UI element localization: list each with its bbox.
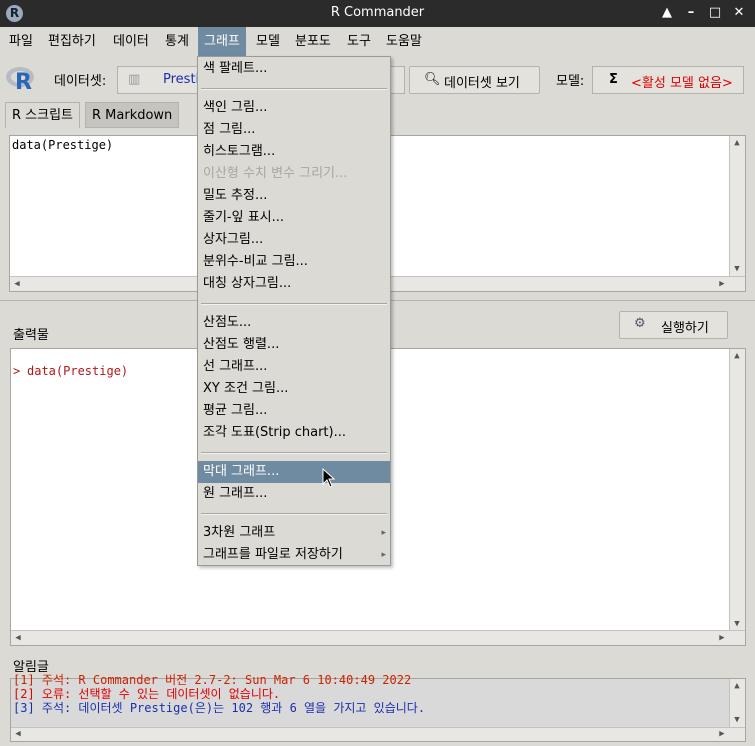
menu-item-color-palette[interactable]: 색 팔레트... bbox=[198, 58, 390, 80]
menu-item-qq-plot[interactable]: 분위수-비교 그림... bbox=[198, 251, 390, 273]
script-vscrollbar[interactable]: ▲ ▼ bbox=[729, 136, 745, 276]
keep-above-button[interactable]: ▲ bbox=[658, 4, 676, 22]
menu-item-boxplot[interactable]: 상자그림... bbox=[198, 229, 390, 251]
menu-data[interactable]: 데이터 bbox=[107, 27, 155, 56]
window-title: R Commander bbox=[330, 5, 425, 20]
menu-item-save-graph[interactable]: 그래프를 파일로 저장하기 ▸ bbox=[198, 544, 390, 566]
tab-r-markdown[interactable]: R Markdown bbox=[85, 102, 180, 128]
menu-item-xy-conditioning[interactable]: XY 조건 그림... bbox=[198, 378, 390, 400]
menu-item-histogram[interactable]: 히스토그램... bbox=[198, 141, 390, 163]
dataset-selector[interactable]: ▥ Presti bbox=[117, 66, 199, 94]
view-dataset-label: 데이터셋 보기 bbox=[444, 76, 520, 91]
view-dataset-button[interactable]: 🔍︎ 데이터셋 보기 bbox=[409, 66, 540, 94]
title-bar: R R Commander ▲ – □ ✕ bbox=[0, 0, 755, 27]
menu-item-stem-leaf[interactable]: 줄기-잎 표시... bbox=[198, 207, 390, 229]
model-selector[interactable]: Σ <활성 모델 없음> bbox=[592, 66, 744, 94]
menu-item-strip-chart[interactable]: 조각 도표(Strip chart)... bbox=[198, 422, 390, 444]
menu-item-pie-chart[interactable]: 원 그래프... bbox=[198, 483, 390, 505]
menu-separator bbox=[201, 452, 387, 454]
dataset-label: 데이터셋: bbox=[54, 74, 107, 89]
output-label: 출력물 bbox=[13, 328, 49, 343]
menu-item-index-plot[interactable]: 색인 그림... bbox=[198, 97, 390, 119]
r-logo-icon: R bbox=[6, 67, 34, 94]
menu-item-save-graph-label: 그래프를 파일로 저장하기 bbox=[203, 547, 343, 562]
tab-r-script[interactable]: R 스크립트 bbox=[5, 102, 81, 128]
model-value: <활성 모델 없음> bbox=[631, 76, 733, 91]
messages-panel[interactable]: [1] 주석: R Commander 버전 2.7-2: Sun Mar 6 … bbox=[10, 673, 746, 742]
menu-help[interactable]: 도움말 bbox=[380, 27, 428, 56]
magnifier-icon: 🔍︎ bbox=[424, 72, 441, 87]
minimize-button[interactable]: – bbox=[682, 4, 700, 22]
graphs-menu: 색 팔레트... 색인 그림... 점 그림... 히스토그램... 이산형 수… bbox=[197, 56, 391, 566]
submenu-arrow-icon: ▸ bbox=[381, 528, 386, 538]
run-button[interactable]: ⚙ 실행하기 bbox=[619, 311, 728, 339]
menu-distributions[interactable]: 분포도 bbox=[289, 27, 337, 56]
messages-vscrollbar[interactable]: ▲ ▼ bbox=[729, 679, 745, 727]
menu-item-discrete-plot: 이산형 수치 변수 그리기... bbox=[203, 166, 348, 181]
gear-icon: ⚙ bbox=[634, 316, 646, 331]
messages-hscrollbar[interactable]: ◀ ▶ bbox=[11, 727, 745, 741]
close-button[interactable]: ✕ bbox=[730, 4, 748, 22]
run-label: 실행하기 bbox=[661, 321, 709, 336]
menu-item-scatterplot-matrix[interactable]: 산점도 행렬... bbox=[198, 334, 390, 356]
sigma-icon: Σ bbox=[609, 72, 618, 87]
output-hscrollbar[interactable]: ◀ ▶ bbox=[11, 630, 745, 645]
message-line: [3] 주석: 데이터셋 Prestige(은)는 102 행과 6 열을 가지… bbox=[13, 701, 426, 715]
menu-item-scatterplot[interactable]: 산점도... bbox=[198, 312, 390, 334]
script-text: data(Prestige) bbox=[12, 138, 114, 152]
menu-item-density-estimate[interactable]: 밀도 추정... bbox=[198, 185, 390, 207]
dataset-table-icon: ▥ bbox=[128, 72, 141, 87]
svg-text:R: R bbox=[15, 70, 32, 94]
maximize-button[interactable]: □ bbox=[706, 4, 724, 22]
model-label: 모델: bbox=[556, 74, 585, 89]
menu-item-plot-of-means[interactable]: 평균 그림... bbox=[198, 400, 390, 422]
menu-item-dot-plot[interactable]: 점 그림... bbox=[198, 119, 390, 141]
output-prompt: > bbox=[13, 364, 21, 378]
menu-item-3d-graph-label: 3차원 그래프 bbox=[203, 525, 276, 540]
output-vscrollbar[interactable]: ▲ ▼ bbox=[729, 349, 745, 631]
menu-item-3d-graph[interactable]: 3차원 그래프 ▸ bbox=[198, 522, 390, 544]
menu-item-line-graph[interactable]: 선 그래프... bbox=[198, 356, 390, 378]
submenu-arrow-icon: ▸ bbox=[381, 550, 386, 560]
menu-statistics[interactable]: 통계 bbox=[159, 27, 195, 56]
menu-tools[interactable]: 도구 bbox=[341, 27, 377, 56]
dataset-value: Presti bbox=[163, 72, 200, 87]
menu-item-bar-graph[interactable]: 막대 그래프... bbox=[198, 461, 390, 483]
mouse-cursor-icon bbox=[322, 468, 336, 488]
menu-file[interactable]: 파일 bbox=[3, 27, 39, 56]
menu-graphs[interactable]: 그래프 bbox=[198, 27, 246, 56]
menu-separator bbox=[201, 513, 387, 515]
menubar: 파일 편집하기 데이터 통계 그래프 모델 분포도 도구 도움말 bbox=[0, 27, 755, 56]
dataset-selector-edge[interactable] bbox=[391, 66, 405, 94]
menu-models[interactable]: 모델 bbox=[250, 27, 286, 56]
menu-item-symbox[interactable]: 대칭 상자그림... bbox=[198, 273, 390, 295]
menu-separator bbox=[201, 88, 387, 90]
menu-separator bbox=[201, 303, 387, 305]
menu-edit[interactable]: 편집하기 bbox=[42, 27, 102, 56]
output-line: data(Prestige) bbox=[27, 364, 129, 378]
